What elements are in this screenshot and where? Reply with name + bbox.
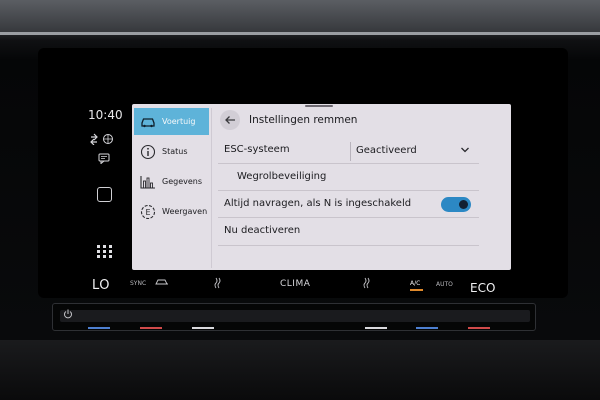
ac-label[interactable]: A/C [410,280,420,287]
app-grid-icon[interactable] [97,245,113,258]
page-title: Instellingen remmen [249,114,358,126]
menu-item-voertuig[interactable]: Voertuig [134,108,209,135]
hill-hold-row[interactable]: Wegrolbeveiliging [218,164,479,191]
connectivity-icon[interactable] [89,133,115,147]
back-button[interactable] [220,110,240,130]
deactivate-row[interactable]: Nu deactiveren [218,218,479,246]
menu-label: Weergaven [162,207,208,216]
power-icon[interactable] [63,309,73,322]
menu-label: Gegevens [162,177,203,186]
seat-heat-left-icon[interactable] [213,277,223,292]
temp-right-cold-indicator [416,327,438,329]
clima-label[interactable]: CLIMA [280,279,310,289]
esc-dropdown[interactable]: Geactiveerd [350,142,480,161]
fan-indicator [192,327,214,329]
climate-slider-track[interactable] [60,310,530,322]
seat-heat-right-icon[interactable] [362,277,372,292]
message-icon[interactable] [98,153,110,166]
ask-row[interactable]: Altijd navragen, als N is ingeschakeld [218,191,479,218]
toggle-knob [459,200,468,209]
hill-hold-label: Wegrolbeveiliging [237,171,327,182]
temperature-left[interactable]: LO [92,278,110,293]
menu-item-gegevens[interactable]: Gegevens [134,168,209,195]
home-square-button[interactable] [97,187,112,202]
sync-label[interactable]: SYNC [130,280,146,287]
panel-drag-handle[interactable] [305,105,333,107]
info-icon [140,144,156,160]
fan-right-indicator [365,327,387,329]
menu-item-status[interactable]: Status [134,138,209,165]
menu-label: Status [162,147,188,156]
deactivate-label: Nu deactiveren [224,225,301,236]
eco-display-icon: E [140,204,156,220]
eco-label[interactable]: ECO [470,281,495,295]
menu-divider [211,108,212,268]
dashboard-trim [0,0,600,34]
ask-label: Altijd navragen, als N is ingeschakeld [224,198,412,209]
esc-value: Geactiveerd [356,145,417,156]
clock: 10:40 [88,108,123,122]
menu-label: Voertuig [162,117,196,126]
trim-highlight [0,32,600,35]
svg-text:E: E [145,208,150,217]
back-arrow-icon [225,116,235,124]
esc-label: ESC-systeem [224,144,290,155]
chevron-down-icon [461,147,469,153]
infotainment-scene: 10:40 Voertuig Status Gegevens E Weergav… [0,0,600,400]
menu-item-weergaven[interactable]: E Weergaven [134,198,209,225]
bar-chart-icon [140,174,156,190]
ac-indicator [410,289,423,291]
temp-right-warm-indicator [468,327,490,329]
ask-toggle[interactable] [441,197,471,212]
car-icon [140,114,156,130]
dashboard-shelf [0,340,600,400]
recirculation-icon[interactable] [155,278,169,289]
temp-left-warm-indicator [140,327,162,329]
auto-label[interactable]: AUTO [436,281,453,288]
temp-left-cold-indicator [88,327,110,329]
